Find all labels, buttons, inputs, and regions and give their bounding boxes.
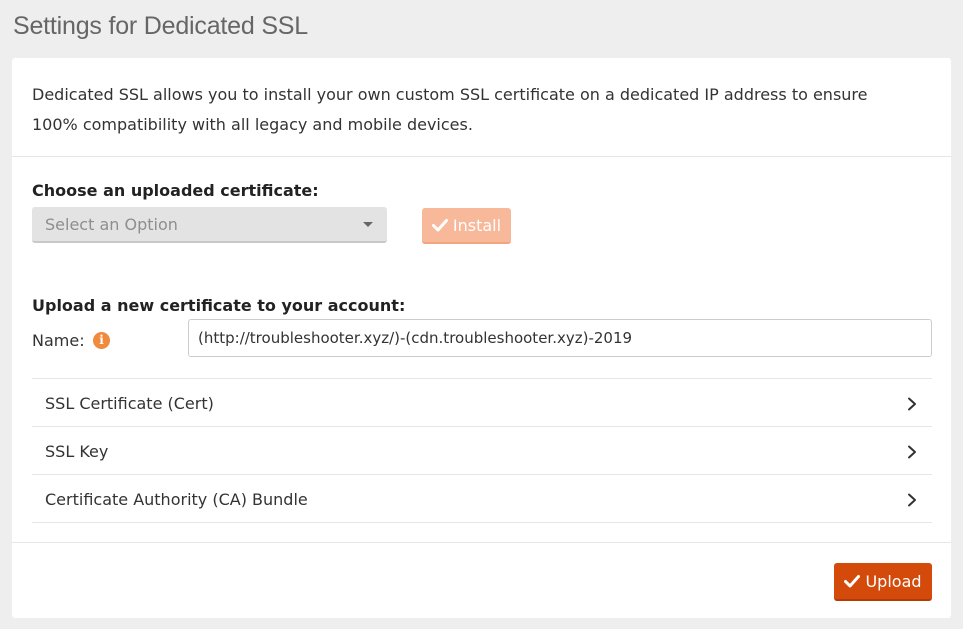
accordion-row-label: SSL Key xyxy=(45,442,109,461)
check-icon xyxy=(431,219,448,232)
upload-button-label: Upload xyxy=(865,571,922,591)
chevron-right-icon xyxy=(908,397,916,411)
chevron-right-icon xyxy=(908,445,916,459)
accordion-row-label: SSL Certificate (Cert) xyxy=(45,394,214,413)
choose-certificate-label: Choose an uploaded certificate: xyxy=(32,181,319,200)
accordion-row-ca-bundle[interactable]: Certificate Authority (CA) Bundle xyxy=(32,474,932,523)
footer-divider xyxy=(12,542,951,543)
certificate-fields-accordion: SSL Certificate (Cert) SSL Key Certifica… xyxy=(32,378,932,523)
accordion-row-ssl-key[interactable]: SSL Key xyxy=(32,426,932,474)
certificate-select[interactable]: Select an Option xyxy=(32,207,387,243)
certificate-name-input[interactable] xyxy=(188,319,932,357)
intro-divider xyxy=(12,156,951,157)
intro-text: Dedicated SSL allows you to install your… xyxy=(32,85,868,134)
accordion-row-ssl-certificate[interactable]: SSL Certificate (Cert) xyxy=(32,378,932,426)
install-button[interactable]: Install xyxy=(422,208,511,244)
name-label: Name: xyxy=(32,331,85,350)
chevron-right-icon xyxy=(908,493,916,507)
info-icon[interactable]: i xyxy=(93,332,110,349)
settings-panel: Dedicated SSL allows you to install your… xyxy=(12,58,951,618)
upload-button[interactable]: Upload xyxy=(834,563,932,601)
accordion-row-label: Certificate Authority (CA) Bundle xyxy=(45,490,308,509)
certificate-select-placeholder: Select an Option xyxy=(45,215,178,234)
page-title: Settings for Dedicated SSL xyxy=(13,12,308,40)
check-icon xyxy=(844,575,861,588)
caret-down-icon xyxy=(363,222,373,227)
upload-certificate-label: Upload a new certificate to your account… xyxy=(32,296,406,315)
install-button-label: Install xyxy=(452,215,502,235)
